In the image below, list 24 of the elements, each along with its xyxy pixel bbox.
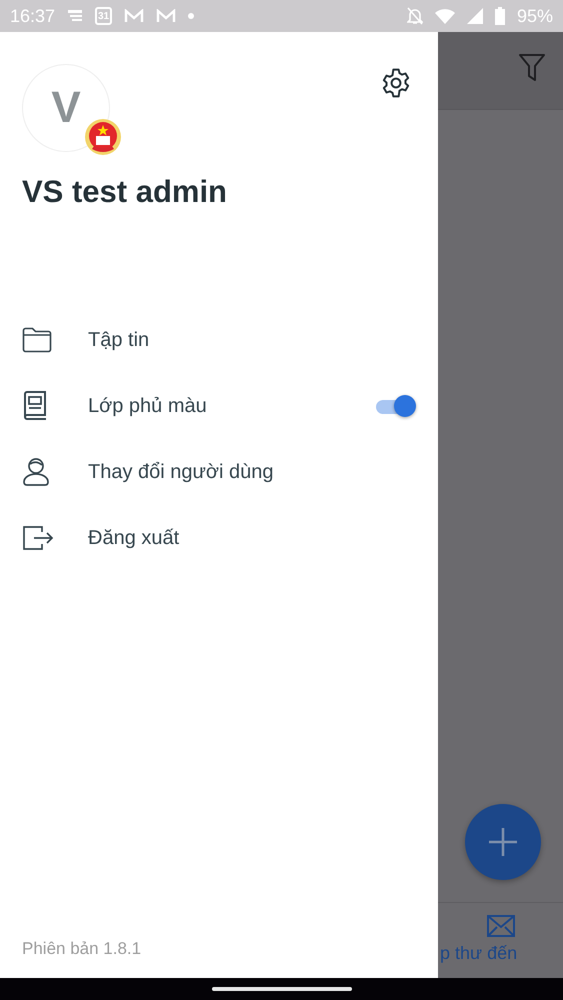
- home-handle[interactable]: [212, 987, 352, 991]
- bell-off-icon: [406, 7, 423, 25]
- menu-item[interactable]: Lớp phủ màu: [88, 394, 372, 418]
- mail-m-icon: [124, 9, 144, 23]
- wifi-icon: [434, 8, 455, 24]
- book-icon: [22, 391, 48, 421]
- menu-item[interactable]: Tập tin: [88, 328, 416, 352]
- logout-icon: [22, 525, 54, 551]
- filter-icon[interactable]: [519, 54, 545, 82]
- signal-icon: [466, 8, 483, 24]
- folder-icon: [22, 327, 52, 353]
- settings-icon[interactable]: [380, 67, 412, 99]
- emblem-icon: [83, 117, 123, 157]
- user-name: VS test admin: [22, 174, 228, 210]
- mail-m-icon: [156, 9, 176, 23]
- menu-item[interactable]: Đăng xuất: [88, 526, 416, 550]
- notes-icon: [67, 9, 84, 23]
- menu-item[interactable]: Thay đổi người dùng: [88, 460, 416, 484]
- mail-icon[interactable]: [486, 915, 514, 937]
- plus-icon: [488, 827, 518, 857]
- dot-icon: [188, 13, 194, 19]
- person-icon: [22, 457, 50, 487]
- version-text: Phiên bản 1.8.1: [22, 939, 142, 960]
- battery-icon: [494, 7, 505, 25]
